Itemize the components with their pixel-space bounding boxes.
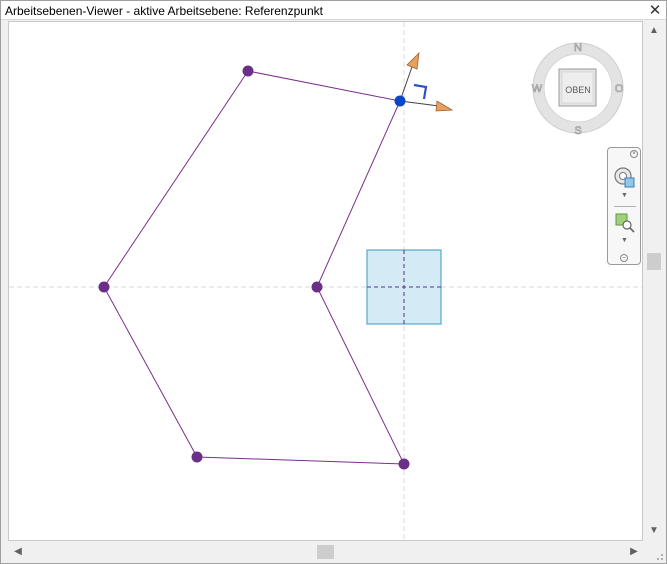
chevron-left-icon: ◀ bbox=[14, 546, 22, 557]
view-cube-label: OBEN bbox=[565, 85, 591, 95]
compass-west[interactable]: W bbox=[532, 83, 544, 96]
vertical-scroll-thumb[interactable] bbox=[647, 253, 661, 270]
compass-south[interactable]: S bbox=[574, 125, 582, 138]
resize-grip-icon[interactable] bbox=[654, 551, 664, 561]
scroll-left-button[interactable]: ◀ bbox=[10, 544, 26, 560]
vertex-point[interactable] bbox=[398, 458, 410, 470]
navbar-close-button[interactable]: × bbox=[630, 150, 638, 158]
chevron-right-icon: ▶ bbox=[630, 546, 638, 557]
compass-east[interactable]: O bbox=[614, 83, 624, 96]
workplane-viewer-window: Arbeitsebenen-Viewer - aktive Arbeitsebe… bbox=[0, 0, 667, 564]
zoom-icon bbox=[615, 213, 635, 233]
y-axis-arrow-icon[interactable] bbox=[406, 51, 420, 70]
zoom-button[interactable] bbox=[613, 211, 637, 235]
sketch-polyline[interactable] bbox=[103, 70, 405, 465]
compass-north[interactable]: N bbox=[574, 42, 583, 55]
title-bar[interactable]: Arbeitsebenen-Viewer - aktive Arbeitsebe… bbox=[1, 1, 666, 20]
view-cube[interactable]: OBEN N S O W bbox=[532, 42, 625, 138]
vertex-point[interactable] bbox=[311, 281, 323, 293]
steering-wheel-dropdown[interactable]: ▼ bbox=[621, 192, 628, 199]
close-button[interactable]: ✕ bbox=[646, 2, 664, 19]
navigation-bar: × ▼ ▼ – bbox=[607, 147, 641, 265]
scroll-right-button[interactable]: ▶ bbox=[626, 544, 642, 560]
scroll-down-button[interactable]: ▼ bbox=[646, 523, 662, 539]
options-icon: – bbox=[622, 255, 626, 261]
vertex-point[interactable] bbox=[242, 65, 254, 77]
chevron-down-icon: ▼ bbox=[649, 525, 659, 536]
active-reference-point[interactable] bbox=[394, 95, 406, 107]
reference-point-gizmo[interactable] bbox=[394, 51, 454, 112]
zoom-dropdown[interactable]: ▼ bbox=[621, 237, 628, 244]
window-title: Arbeitsebenen-Viewer - aktive Arbeitsebe… bbox=[5, 4, 323, 18]
horizontal-scrollbar[interactable]: ◀ ▶ bbox=[8, 542, 644, 562]
vertex-point[interactable] bbox=[191, 451, 203, 463]
chevron-up-icon: ▲ bbox=[649, 25, 659, 36]
drawing-svg: OBEN N S O W bbox=[9, 22, 642, 540]
x-axis-arrow-icon[interactable] bbox=[435, 100, 454, 112]
vertical-scrollbar[interactable]: ▲ ▼ bbox=[644, 21, 664, 541]
chevron-down-icon: ▼ bbox=[621, 192, 628, 199]
horizontal-scroll-thumb[interactable] bbox=[317, 545, 334, 559]
scroll-up-button[interactable]: ▲ bbox=[646, 23, 662, 39]
rotation-glyph-icon bbox=[413, 83, 428, 100]
steering-wheel-button[interactable] bbox=[613, 166, 637, 190]
drawing-canvas[interactable]: OBEN N S O W bbox=[8, 21, 643, 541]
steering-wheel-icon bbox=[614, 167, 635, 188]
close-icon: ✕ bbox=[648, 2, 662, 19]
chevron-down-icon: ▼ bbox=[621, 237, 628, 244]
vertex-point[interactable] bbox=[98, 281, 110, 293]
close-icon: × bbox=[632, 151, 636, 157]
navbar-separator bbox=[614, 206, 636, 207]
navbar-options-button[interactable]: – bbox=[620, 254, 628, 262]
